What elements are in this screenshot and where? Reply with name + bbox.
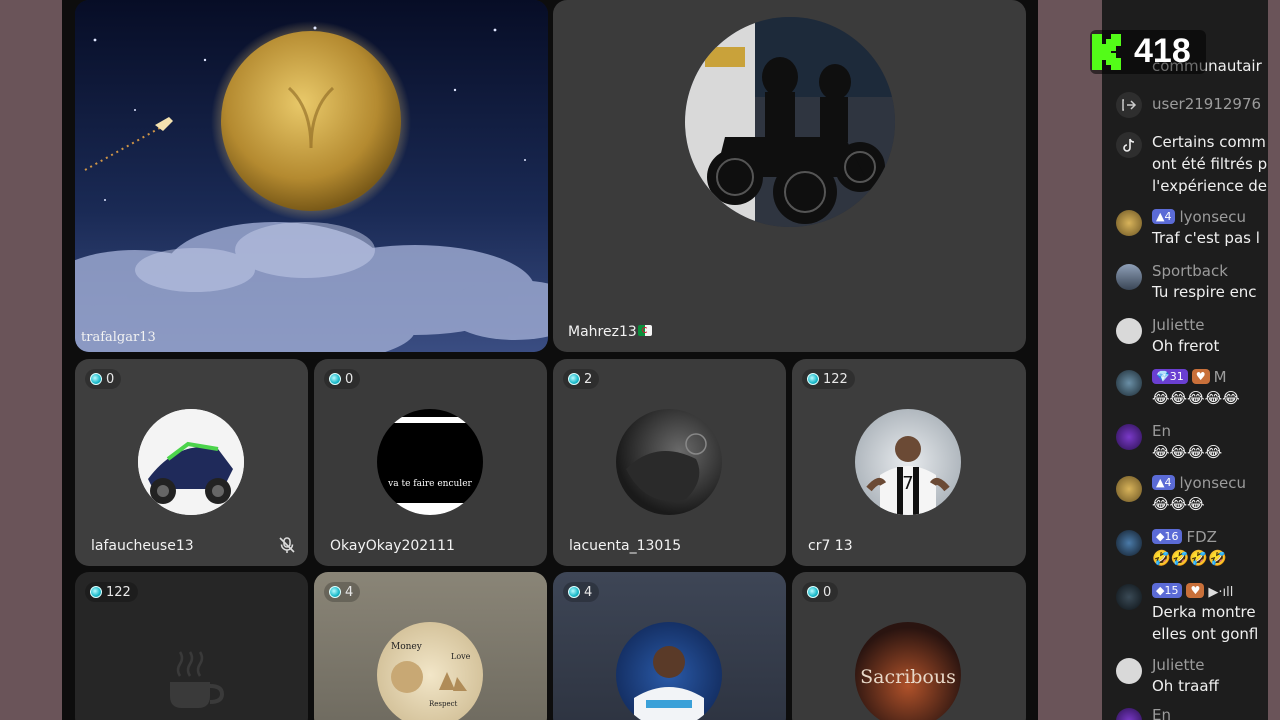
gem-icon: [329, 373, 341, 385]
kick-logo-icon: [1092, 34, 1121, 70]
chat-username[interactable]: lyonsecu: [1179, 474, 1246, 492]
chat-username[interactable]: Sportback: [1152, 262, 1228, 280]
guest-tile-money-love[interactable]: 4 Money Love Respect: [314, 572, 547, 720]
user-avatar: Sacribous: [855, 622, 961, 720]
user-avatar-icon: [1116, 264, 1142, 290]
guest-tile-cr7-13[interactable]: 122 7 cr7 13: [792, 359, 1026, 566]
algeria-flag-icon: [638, 325, 652, 336]
gem-icon: [568, 586, 580, 598]
moon-cover-image: [75, 0, 548, 352]
tile-username: Mahrez13: [568, 324, 637, 340]
guest-tile-okayokay202111[interactable]: 0 va te faire enculer OkayOkay202111: [314, 359, 547, 566]
viewer-count-pill: 0: [802, 582, 839, 602]
chat-username[interactable]: user21912976: [1152, 95, 1261, 113]
guest-tile-om-player[interactable]: 4: [553, 572, 786, 720]
user-avatar: [138, 409, 244, 515]
user-avatar-icon: [1116, 708, 1142, 720]
chat-username[interactable]: Juliette: [1152, 656, 1205, 674]
viewer-count-pill: 4: [563, 582, 600, 602]
tile-username: lafaucheuse13: [91, 538, 194, 554]
guest-tile-coffee[interactable]: 122: [75, 572, 308, 720]
user-avatar-icon: [1116, 370, 1142, 396]
user-avatar-icon: [1116, 584, 1142, 610]
guest-tile-lacuenta_13015[interactable]: 2 lacuenta_13015: [553, 359, 786, 566]
chat-username[interactable]: M: [1214, 368, 1227, 386]
gift-badge: ♥: [1186, 583, 1205, 598]
viewer-count-pill: 122: [802, 369, 855, 389]
user-avatar-icon: [1116, 530, 1142, 556]
tile-username: trafalgar13: [81, 330, 156, 345]
level-badge: 💎31: [1152, 369, 1188, 384]
user-avatar-icon: [1116, 476, 1142, 502]
host-tile-trafalgar13[interactable]: trafalgar13: [75, 0, 548, 352]
user-avatar: va te faire enculer: [377, 409, 483, 515]
user-avatar-icon: [1116, 424, 1142, 450]
tile-username: cr7 13: [808, 538, 853, 554]
tiktok-icon: [1116, 132, 1142, 158]
user-avatar-icon: [1116, 210, 1142, 236]
chat-username[interactable]: FDZ: [1186, 528, 1216, 546]
gem-icon: [807, 586, 819, 598]
viewer-count-pill: 4: [324, 582, 361, 602]
viewer-count-pill: 2: [563, 369, 600, 389]
gem-icon: [329, 586, 341, 598]
viewer-count-pill: 122: [85, 582, 138, 602]
user-avatar-icon: [1116, 318, 1142, 344]
viewer-count-pill: 0: [324, 369, 361, 389]
user-avatar: Money Love Respect: [377, 622, 483, 720]
live-grid: trafalgar13 Mahrez13 0 lafaucheuse13 0 v…: [62, 0, 1038, 720]
viewer-count-pill: 0: [85, 369, 122, 389]
level-badge: ▲4: [1152, 209, 1176, 224]
gem-icon: [568, 373, 580, 385]
gem-icon: [807, 373, 819, 385]
level-badge: ▲4: [1152, 475, 1176, 490]
guest-tile-sacribous[interactable]: 0 Sacribous: [792, 572, 1026, 720]
svg-text:7: 7: [902, 473, 913, 494]
user-avatar: [616, 409, 722, 515]
viewer-count-overlay: 418: [1090, 30, 1206, 74]
gift-badge: ♥: [1191, 369, 1210, 384]
host-tile-mahrez13[interactable]: Mahrez13: [553, 0, 1026, 352]
user-avatar: [616, 622, 722, 720]
user-avatar: 7: [855, 409, 961, 515]
gem-icon: [90, 586, 102, 598]
viewer-count: 418: [1134, 32, 1191, 70]
tile-username: OkayOkay202111: [330, 538, 455, 554]
tile-username: lacuenta_13015: [569, 538, 682, 554]
chat-panel[interactable]: communautair user21912976 Certains comm …: [1102, 0, 1268, 720]
avatar-caption: va te faire enculer: [388, 479, 472, 489]
user-avatar: [685, 17, 895, 227]
chat-username[interactable]: En: [1152, 706, 1171, 720]
join-icon: [1116, 92, 1142, 118]
avatar-caption: Sacribous: [860, 666, 956, 688]
level-badge: ◆15: [1152, 583, 1183, 598]
chat-username[interactable]: lyonsecu: [1179, 208, 1246, 226]
gem-icon: [90, 373, 102, 385]
mic-muted-icon: [279, 537, 295, 553]
level-badge: ◆16: [1152, 529, 1183, 544]
chat-username[interactable]: En: [1152, 422, 1171, 440]
coffee-cup-icon: [170, 651, 225, 708]
user-avatar-icon: [1116, 658, 1142, 684]
guest-tile-lafaucheuse13[interactable]: 0 lafaucheuse13: [75, 359, 308, 566]
chat-username[interactable]: Juliette: [1152, 316, 1205, 334]
